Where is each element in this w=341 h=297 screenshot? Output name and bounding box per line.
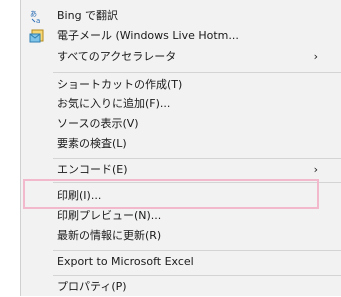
menu-item-create-shortcut[interactable]: ショートカットの作成(T) <box>21 75 341 95</box>
menu-item-label: 最新の情報に更新(R) <box>57 229 162 242</box>
email-blog-icon <box>29 28 45 44</box>
menu-item-all-accelerators[interactable]: すべてのアクセラレータ › <box>21 47 341 67</box>
menu-item-refresh[interactable]: 最新の情報に更新(R) <box>21 226 341 246</box>
menu-item-label: 要素の検査(L) <box>57 137 127 150</box>
menu-item-label: Bing で翻訳 <box>57 9 119 22</box>
menu-item-properties[interactable]: プロパティ(P) <box>21 277 341 297</box>
menu-item-bing-translate[interactable]: あ a Bing で翻訳 <box>21 6 341 26</box>
menu-separator <box>53 158 341 159</box>
menu-item-label: エンコード(E) <box>57 163 128 176</box>
menu-item-label: プロパティ(P) <box>57 280 127 293</box>
menu-item-label: ショートカットの作成(T) <box>57 78 183 91</box>
menu-item-add-to-favorites[interactable]: お気に入りに追加(F)... <box>21 94 341 114</box>
menu-item-label: 印刷プレビュー(N)... <box>57 209 162 222</box>
chevron-right-icon: › <box>313 50 318 63</box>
menu-item-inspect-element[interactable]: 要素の検査(L) <box>21 134 341 154</box>
menu-item-label: ソースの表示(V) <box>57 117 139 130</box>
menu-item-encoding[interactable]: エンコード(E) › <box>21 160 341 180</box>
menu-item-label: 電子メール (Windows Live Hotm... <box>57 29 239 42</box>
bing-translate-icon: あ a <box>29 8 45 25</box>
context-menu: あ a Bing で翻訳 電子メール (Windows Live Hotm...… <box>20 0 341 296</box>
menu-separator <box>53 182 341 183</box>
menu-item-print-preview[interactable]: 印刷プレビュー(N)... <box>21 206 341 226</box>
menu-separator <box>53 250 341 251</box>
menu-item-label: すべてのアクセラレータ <box>57 50 177 63</box>
menu-item-view-source[interactable]: ソースの表示(V) <box>21 114 341 134</box>
chevron-right-icon: › <box>313 163 318 176</box>
menu-item-label: 印刷(I)... <box>57 189 102 202</box>
menu-separator <box>53 72 341 73</box>
menu-item-label: Export to Microsoft Excel <box>57 255 194 268</box>
menu-item-email[interactable]: 電子メール (Windows Live Hotm... <box>21 26 341 46</box>
menu-item-label: お気に入りに追加(F)... <box>57 97 171 110</box>
menu-separator <box>53 275 341 276</box>
menu-item-print[interactable]: 印刷(I)... <box>21 186 341 206</box>
svg-text:a: a <box>36 17 40 24</box>
menu-item-export-to-excel[interactable]: Export to Microsoft Excel <box>21 252 341 272</box>
